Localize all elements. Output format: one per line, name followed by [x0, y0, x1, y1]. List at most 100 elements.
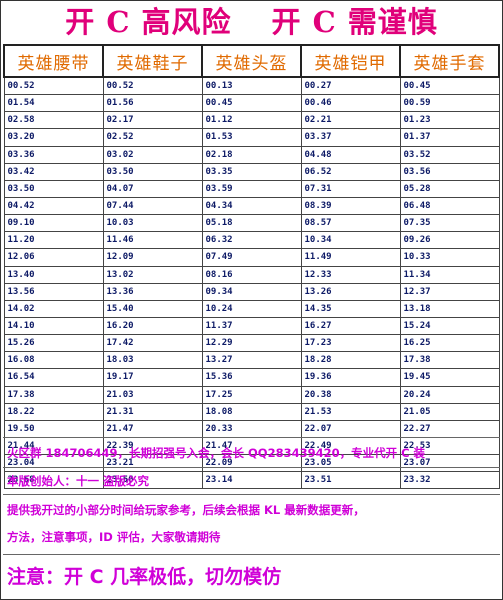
table-row: 11.20 11.46 06.32 10.34 09.26	[3, 231, 500, 250]
table-row: 12.06 12.09 07.49 11.49 10.33	[3, 248, 500, 267]
table-row: 16.08 18.03 13.27 18.28 17.38	[3, 351, 500, 370]
time-cell: 16.20	[102, 316, 203, 336]
time-cell: 12.33	[300, 265, 401, 284]
time-cell: 21.31	[102, 402, 203, 421]
time-cell: 17.38	[3, 385, 104, 404]
note-group-info: 火区群 184706449，长期招强号入会，会长 QQ283439420，专业代…	[3, 437, 500, 467]
time-cell: 20.33	[201, 419, 302, 438]
time-cell: 07.35	[399, 214, 500, 233]
time-cell: 06.52	[300, 162, 401, 181]
table-row: 19.50 21.47 20.33 22.07 22.27	[3, 419, 500, 438]
time-cell: 02.17	[102, 111, 203, 130]
time-cell: 19.36	[300, 368, 401, 387]
time-cell: 22.07	[300, 419, 401, 438]
time-cell: 00.52	[102, 76, 203, 96]
time-cell: 13.26	[300, 282, 401, 301]
time-cell: 15.36	[201, 368, 302, 387]
column-header: 英雄腰带	[3, 44, 104, 78]
time-cell: 20.38	[300, 385, 401, 404]
table-row: 13.40 13.02 08.16 12.33 11.34	[3, 265, 500, 284]
time-cell: 17.25	[201, 385, 302, 404]
time-cell: 10.34	[300, 231, 401, 250]
column-header: 英雄鞋子	[102, 44, 203, 78]
time-cell: 09.34	[201, 282, 302, 301]
time-cell: 15.26	[3, 334, 104, 353]
time-cell: 17.38	[399, 351, 500, 370]
time-cell: 17.42	[102, 334, 203, 353]
time-cell: 18.08	[201, 402, 302, 421]
time-cell: 13.02	[102, 265, 203, 284]
time-cell: 09.10	[3, 214, 104, 233]
table-row: 03.50 04.07 03.59 07.31 05.28	[3, 179, 500, 198]
time-cell: 13.36	[102, 282, 203, 301]
title-right: 开 C 需谨慎	[271, 5, 438, 39]
time-cell: 14.35	[300, 299, 401, 318]
time-cell: 02.58	[3, 111, 104, 130]
time-cell: 13.40	[3, 265, 104, 284]
time-cell: 10.24	[201, 299, 302, 318]
time-cell: 21.47	[102, 419, 203, 438]
time-cell: 16.25	[399, 334, 500, 353]
note-reference: 提供我开过的小部分时间给玩家参考，后续会根据 KL 最新数据更新，	[3, 494, 500, 524]
time-cell: 19.50	[3, 419, 104, 438]
table-row: 03.20 02.52 01.53 03.37 01.37	[3, 128, 500, 147]
table-row: 14.10 16.20 11.37 16.27 15.24	[3, 316, 500, 336]
time-cell: 14.02	[3, 299, 104, 318]
time-cell: 06.32	[201, 231, 302, 250]
time-cell: 03.35	[201, 162, 302, 181]
time-cell: 15.24	[399, 316, 500, 336]
table-row: 15.26 17.42 12.29 17.23 16.25	[3, 334, 500, 353]
time-cell: 03.20	[3, 128, 104, 147]
time-cell: 11.34	[399, 265, 500, 284]
time-cell: 18.03	[102, 351, 203, 370]
time-cell: 03.36	[3, 145, 104, 164]
time-cell: 13.56	[3, 282, 104, 301]
time-cell: 03.42	[3, 162, 104, 181]
time-cell: 21.03	[102, 385, 203, 404]
time-cell: 13.18	[399, 299, 500, 318]
time-cell: 03.50	[3, 179, 104, 198]
time-cell: 10.33	[399, 248, 500, 267]
table-row: 03.36 03.02 02.18 04.48 03.52	[3, 145, 500, 164]
time-cell: 05.28	[399, 179, 500, 198]
time-cell: 00.45	[399, 76, 500, 96]
table-row: 09.10 10.03 05.18 08.57 07.35	[3, 214, 500, 233]
note-founder: 本版创始人：十一 盗版必究	[3, 467, 500, 494]
note-upcoming: 方法，注意事项，ID 评估，大家敬请期待	[7, 530, 221, 544]
time-cell: 04.42	[3, 196, 104, 216]
table-row: 16.54 19.17 15.36 19.36 19.45	[3, 368, 500, 387]
time-cell: 03.52	[399, 145, 500, 164]
page-title: 开 C 高风险 开 C 需谨慎	[0, 0, 503, 44]
time-cell: 08.16	[201, 265, 302, 284]
time-cell: 22.27	[399, 419, 500, 438]
time-cell: 03.50	[102, 162, 203, 181]
time-cell: 06.48	[399, 196, 500, 216]
time-cell: 05.18	[201, 214, 302, 233]
table-row: 14.02 15.40 10.24 14.35 13.18	[3, 299, 500, 318]
time-cell: 07.31	[300, 179, 401, 198]
warning-footer: 注意：开 C 几率极低，切勿模仿	[3, 554, 500, 598]
time-cell: 19.45	[399, 368, 500, 387]
time-cell: 11.20	[3, 231, 104, 250]
column-header: 英雄手套	[399, 44, 500, 78]
time-cell: 11.37	[201, 316, 302, 336]
time-cell: 00.45	[201, 94, 302, 113]
time-cell: 07.44	[102, 196, 203, 216]
time-cell: 12.09	[102, 248, 203, 267]
table-row: 04.42 07.44 04.34 08.39 06.48	[3, 196, 500, 216]
time-cell: 00.13	[201, 76, 302, 96]
column-header: 英雄铠甲	[300, 44, 401, 78]
time-cell: 03.02	[102, 145, 203, 164]
time-cell: 16.08	[3, 351, 104, 370]
time-cell: 04.48	[300, 145, 401, 164]
time-cell: 03.59	[201, 179, 302, 198]
time-cell: 03.37	[300, 128, 401, 147]
time-cell: 07.49	[201, 248, 302, 267]
time-cell: 00.46	[300, 94, 401, 113]
time-cell: 16.27	[300, 316, 401, 336]
time-table: 英雄腰带 英雄鞋子 英雄头盔 英雄铠甲 英雄手套 00.52 00.52 00.13 00.2…	[3, 44, 500, 490]
time-cell: 08.57	[300, 214, 401, 233]
time-cell: 21.05	[399, 402, 500, 421]
time-cell: 13.27	[201, 351, 302, 370]
time-cell: 16.54	[3, 368, 104, 387]
